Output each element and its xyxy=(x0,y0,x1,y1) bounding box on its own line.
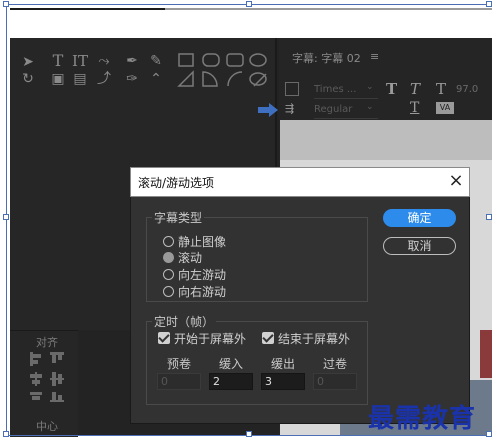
selection-frame xyxy=(6,4,492,436)
resize-handle[interactable] xyxy=(486,431,492,437)
resize-handle[interactable] xyxy=(3,431,9,437)
resize-handle[interactable] xyxy=(3,214,9,220)
resize-handle[interactable] xyxy=(3,1,9,7)
resize-handle[interactable] xyxy=(246,431,252,437)
resize-handle[interactable] xyxy=(246,1,252,7)
resize-handle[interactable] xyxy=(486,214,492,220)
resize-handle[interactable] xyxy=(486,1,492,7)
